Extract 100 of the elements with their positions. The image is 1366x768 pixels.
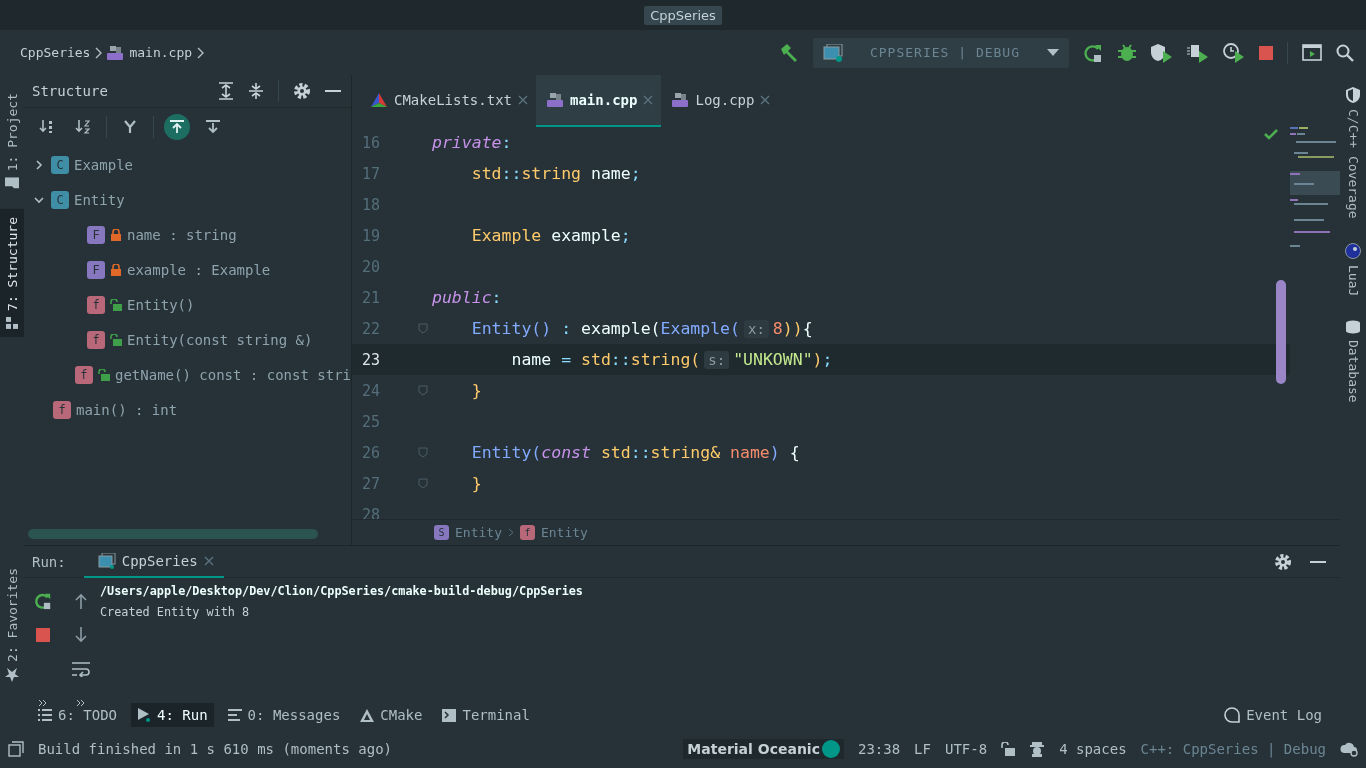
more-icon[interactable] [76, 699, 86, 707]
tree-item[interactable]: main() : int [76, 401, 178, 418]
hammer-icon[interactable] [779, 42, 799, 63]
expand-all-icon[interactable] [218, 82, 234, 100]
chevron-icon [507, 528, 514, 537]
tree-item[interactable]: name : string [127, 226, 237, 243]
bug-icon[interactable] [1117, 42, 1137, 63]
console-line: /Users/apple/Desktop/Dev/Clion/CppSeries/cmake-build-debug/CppSeries [100, 583, 583, 600]
function-badge: f [75, 365, 93, 384]
play-icon [137, 708, 151, 722]
panel-label: Run: [32, 553, 66, 570]
cloud-gear-icon[interactable] [1340, 741, 1358, 757]
code-line: Example example; [470, 226, 631, 245]
window-icon [823, 43, 843, 62]
side-tab[interactable]: 7: Structure [0, 209, 24, 338]
code-line: Entity(const std::string& name) { [470, 443, 800, 462]
tree-item[interactable]: Example [74, 156, 133, 173]
rerun-icon[interactable] [34, 592, 52, 610]
tool-window-tab[interactable]: CMake [354, 703, 429, 727]
editor-tab[interactable]: main.cpp [536, 75, 662, 127]
check-icon[interactable] [1264, 129, 1278, 140]
down-arrow-icon[interactable] [75, 627, 87, 643]
list-icon [38, 709, 52, 721]
caret-position[interactable]: 23:38 [857, 741, 901, 757]
window-icon [97, 552, 116, 569]
line-separator[interactable]: LF [914, 741, 931, 757]
run-window-icon[interactable] [1302, 44, 1322, 61]
group-icon [122, 118, 138, 135]
tree-item[interactable]: Entity() [127, 296, 195, 313]
line-number: 16 [360, 133, 380, 152]
run-tab[interactable]: CppSeries [83, 545, 224, 578]
fold-marker-icon[interactable] [418, 385, 428, 396]
clock-run-icon[interactable] [1223, 42, 1245, 63]
theme-indicator[interactable]: Material Oceanic [683, 739, 844, 759]
line-number: 28 [360, 505, 380, 519]
fold-marker-icon[interactable] [418, 447, 428, 458]
editor-tab[interactable]: CMakeLists.txt [360, 75, 536, 127]
side-tab[interactable]: LuaJ [1345, 242, 1361, 296]
event-log-button[interactable]: Event Log [1218, 703, 1328, 727]
file-icon [106, 44, 125, 61]
panels-icon[interactable] [8, 741, 24, 757]
breadcrumb-item[interactable]: CppSeries [20, 45, 91, 60]
collapse-all-icon[interactable] [248, 82, 264, 100]
tool-window-tab[interactable]: 4: Run [131, 703, 214, 727]
tree-item[interactable]: getName() const : const stri [115, 366, 351, 383]
tree-item[interactable]: Entity [74, 191, 125, 208]
line-number: 26 [360, 443, 380, 462]
settings-icon[interactable] [1274, 552, 1292, 571]
close-icon[interactable] [518, 95, 528, 105]
field-badge: F [87, 260, 105, 279]
tool-window-tab[interactable]: Terminal [436, 703, 536, 727]
chevron-icon[interactable] [34, 159, 44, 170]
fold-marker-icon[interactable] [418, 323, 428, 334]
chevron-icon[interactable] [34, 194, 44, 205]
tree-item[interactable]: example : Example [127, 261, 271, 278]
side-tab[interactable]: 2: Favorites [0, 560, 24, 690]
line-number: 24 [360, 381, 380, 400]
side-tab[interactable]: C/C++ Coverage [1345, 87, 1361, 219]
soft-wrap-icon[interactable] [72, 661, 90, 677]
breadcrumb-item[interactable]: main.cpp [129, 45, 193, 60]
panel-title: Structure [32, 83, 109, 99]
fold-marker-icon[interactable] [418, 478, 428, 489]
stop-icon[interactable] [1259, 45, 1273, 60]
line-number: 17 [360, 164, 380, 183]
minimize-icon[interactable] [325, 89, 341, 93]
run-multiple-icon[interactable] [1187, 42, 1209, 63]
line-number: 18 [360, 195, 380, 214]
side-tab[interactable]: Database [1345, 319, 1361, 403]
line-number: 20 [360, 257, 380, 276]
editor-tab[interactable]: Log.cpp [661, 75, 779, 127]
open-lock-icon[interactable] [1001, 742, 1016, 756]
tool-window-tab[interactable]: 6: TODO [32, 703, 123, 727]
side-tab[interactable]: 1: Project [0, 85, 24, 198]
line-number: 25 [360, 412, 380, 431]
search-icon[interactable] [1336, 43, 1354, 62]
indent-setting[interactable]: 4 spaces [1059, 741, 1127, 757]
code-line: Entity() : example(Example( x: 8)){ [470, 319, 813, 338]
line-number: 19 [360, 226, 380, 245]
line-number: 23 [360, 350, 380, 369]
sort-visibility-icon [39, 118, 55, 135]
console-line: Created Entity with 8 [100, 604, 251, 621]
chevron-icon [94, 46, 103, 59]
folder-icon [5, 177, 19, 190]
up-arrow-icon[interactable] [75, 593, 87, 609]
scrollbar[interactable] [1276, 280, 1286, 384]
shield-run-icon[interactable] [1151, 42, 1173, 63]
file-encoding[interactable]: UTF-8 [944, 741, 988, 757]
settings-icon[interactable] [293, 82, 311, 100]
line-number: 21 [360, 288, 380, 307]
structure-icon [6, 317, 18, 330]
more-icon[interactable] [38, 699, 48, 707]
close-icon[interactable] [760, 95, 771, 105]
scrollbar[interactable] [28, 529, 318, 539]
tool-window-tab[interactable]: 0: Messages [221, 703, 347, 727]
close-icon[interactable] [203, 555, 214, 566]
rerun-icon[interactable] [1083, 42, 1103, 63]
autoscroll-to-toggle[interactable] [164, 113, 190, 140]
code-line: public: [432, 288, 502, 307]
triangle-icon [360, 708, 375, 722]
tree-item[interactable]: Entity(const string &) [127, 331, 313, 348]
